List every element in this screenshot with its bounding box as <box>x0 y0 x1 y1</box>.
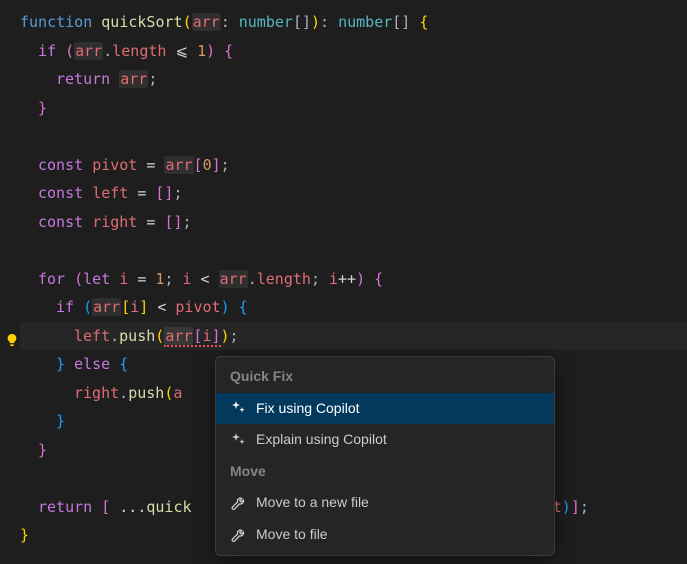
menu-section-header: Move <box>216 456 554 488</box>
code-line-empty <box>20 122 687 151</box>
menu-section-header: Quick Fix <box>216 361 554 393</box>
sparkle-icon <box>230 400 246 416</box>
code-line-empty <box>20 236 687 265</box>
fix-using-copilot-item[interactable]: Fix using Copilot <box>216 393 554 425</box>
code-line: const left = []; <box>20 179 687 208</box>
move-new-file-item[interactable]: Move to a new file <box>216 487 554 519</box>
code-line-error: left.push(arr[i]); <box>20 322 687 351</box>
lightbulb-icon[interactable] <box>5 330 19 357</box>
quick-fix-menu: Quick Fix Fix using Copilot Explain usin… <box>215 356 555 556</box>
code-line: if (arr[i] < pivot) { <box>20 293 687 322</box>
wrench-icon <box>230 527 246 543</box>
code-line: if (arr.length ⩽ 1) { <box>20 37 687 66</box>
wrench-icon <box>230 495 246 511</box>
menu-item-label: Explain using Copilot <box>256 430 387 450</box>
menu-item-label: Move to file <box>256 525 328 545</box>
move-to-file-item[interactable]: Move to file <box>216 519 554 551</box>
menu-item-label: Move to a new file <box>256 493 369 513</box>
code-line: const pivot = arr[0]; <box>20 151 687 180</box>
code-line: function quickSort(arr: number[]): numbe… <box>20 8 687 37</box>
sparkle-icon <box>230 432 246 448</box>
explain-using-copilot-item[interactable]: Explain using Copilot <box>216 424 554 456</box>
code-line: return arr; <box>20 65 687 94</box>
menu-item-label: Fix using Copilot <box>256 399 360 419</box>
code-line: for (let i = 1; i < arr.length; i++) { <box>20 265 687 294</box>
code-line: const right = []; <box>20 208 687 237</box>
code-line: } <box>20 94 687 123</box>
